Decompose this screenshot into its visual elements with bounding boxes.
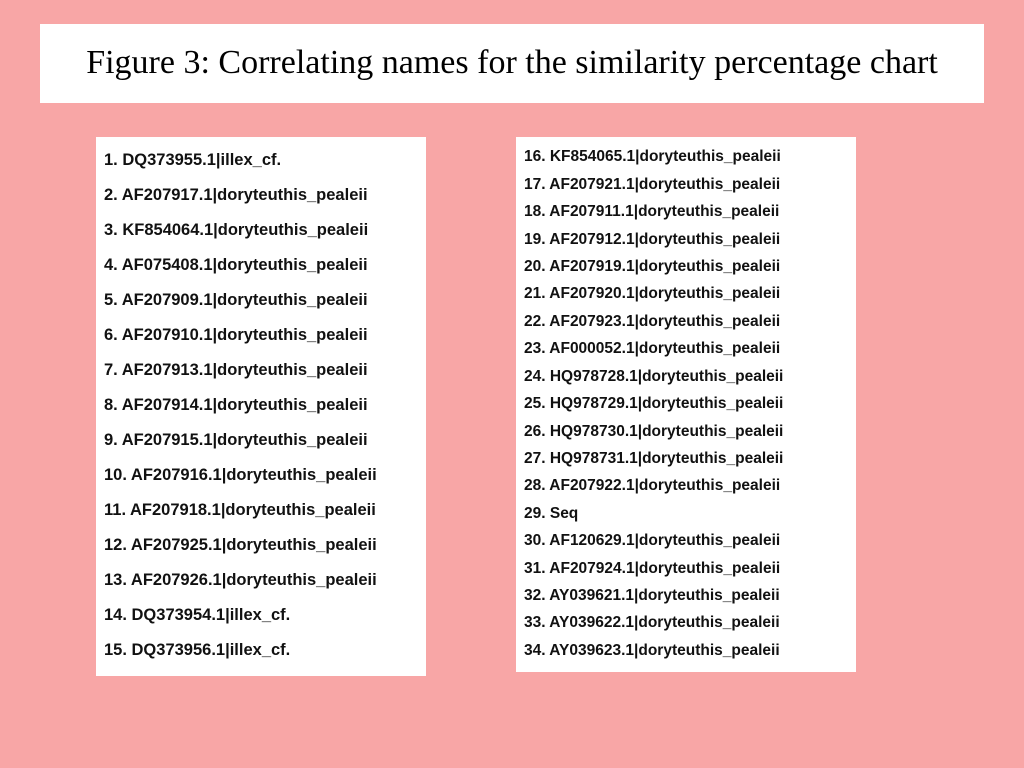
list-item: 24. HQ978728.1|doryteuthis_pealeii [524,363,846,390]
list-item: 13. AF207926.1|doryteuthis_pealeii [104,563,416,598]
list-item: 31. AF207924.1|doryteuthis_pealeii [524,555,846,582]
list-item: 3. KF854064.1|doryteuthis_pealeii [104,213,416,248]
list-item: 29. Seq [524,500,846,527]
list-item: 17. AF207921.1|doryteuthis_pealeii [524,171,846,198]
list-item: 34. AY039623.1|doryteuthis_pealeii [524,637,846,664]
list-item: 9. AF207915.1|doryteuthis_pealeii [104,423,416,458]
list-item: 2. AF207917.1|doryteuthis_pealeii [104,178,416,213]
list-item: 14. DQ373954.1|illex_cf. [104,598,416,633]
name-list-right: 16. KF854065.1|doryteuthis_pealeii17. AF… [516,137,856,672]
list-item: 20. AF207919.1|doryteuthis_pealeii [524,253,846,280]
list-item: 12. AF207925.1|doryteuthis_pealeii [104,528,416,563]
list-item: 28. AF207922.1|doryteuthis_pealeii [524,472,846,499]
columns-wrapper: 1. DQ373955.1|illex_cf.2. AF207917.1|dor… [40,103,984,676]
list-item: 1. DQ373955.1|illex_cf. [104,143,416,178]
list-item: 26. HQ978730.1|doryteuthis_pealeii [524,418,846,445]
list-item: 32. AY039621.1|doryteuthis_pealeii [524,582,846,609]
list-item: 15. DQ373956.1|illex_cf. [104,633,416,668]
figure-title-box: Figure 3: Correlating names for the simi… [40,24,984,103]
list-item: 11. AF207918.1|doryteuthis_pealeii [104,493,416,528]
list-item: 16. KF854065.1|doryteuthis_pealeii [524,143,846,170]
list-item: 8. AF207914.1|doryteuthis_pealeii [104,388,416,423]
name-list-left: 1. DQ373955.1|illex_cf.2. AF207917.1|dor… [96,137,426,676]
list-item: 7. AF207913.1|doryteuthis_pealeii [104,353,416,388]
list-item: 23. AF000052.1|doryteuthis_pealeii [524,335,846,362]
list-item: 4. AF075408.1|doryteuthis_pealeii [104,248,416,283]
list-item: 30. AF120629.1|doryteuthis_pealeii [524,527,846,554]
list-item: 5. AF207909.1|doryteuthis_pealeii [104,283,416,318]
list-item: 18. AF207911.1|doryteuthis_pealeii [524,198,846,225]
list-item: 19. AF207912.1|doryteuthis_pealeii [524,226,846,253]
list-item: 10. AF207916.1|doryteuthis_pealeii [104,458,416,493]
list-item: 33. AY039622.1|doryteuthis_pealeii [524,609,846,636]
figure-title: Figure 3: Correlating names for the simi… [50,38,974,87]
list-item: 27. HQ978731.1|doryteuthis_pealeii [524,445,846,472]
list-item: 6. AF207910.1|doryteuthis_pealeii [104,318,416,353]
list-item: 25. HQ978729.1|doryteuthis_pealeii [524,390,846,417]
list-item: 21. AF207920.1|doryteuthis_pealeii [524,280,846,307]
list-item: 22. AF207923.1|doryteuthis_pealeii [524,308,846,335]
